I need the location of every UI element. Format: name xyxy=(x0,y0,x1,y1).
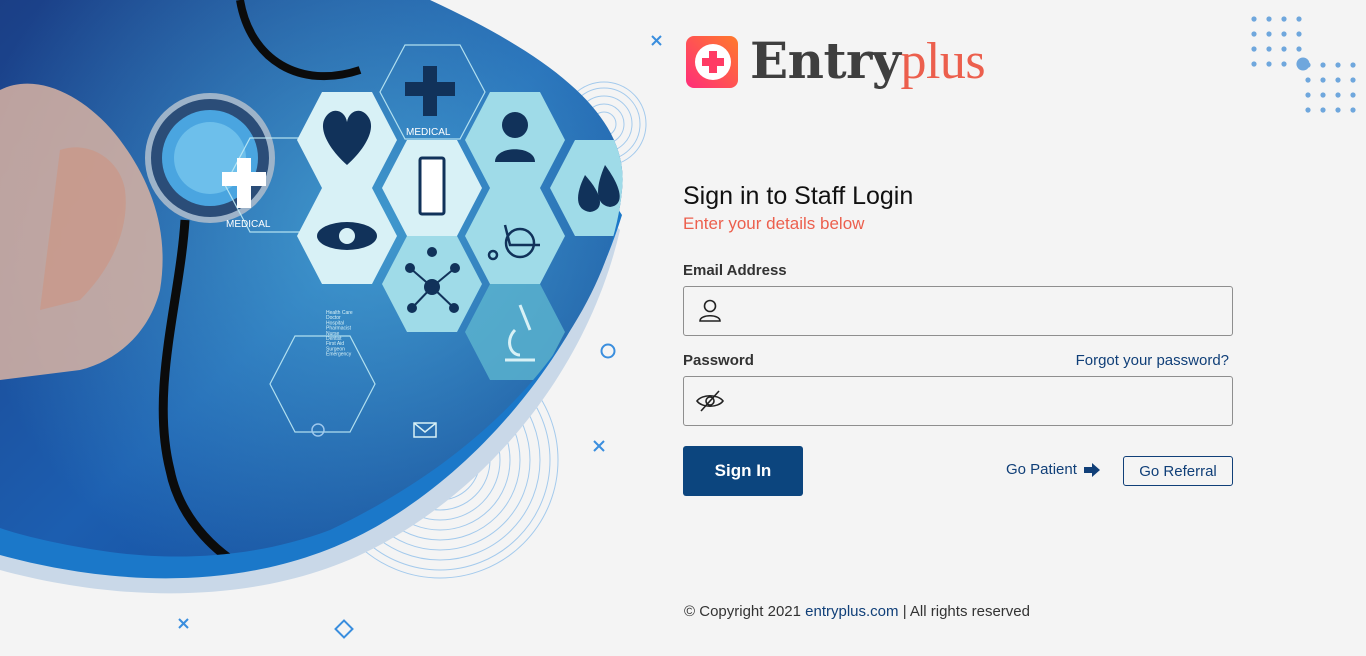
decor-dot xyxy=(1305,77,1311,83)
forgot-password-link[interactable]: Forgot your password? xyxy=(1076,352,1229,369)
decor-dot xyxy=(1296,46,1302,52)
decor-dot xyxy=(1296,31,1302,37)
decor-dot xyxy=(1320,77,1326,83)
hero-artwork: MEDICAL MEDICAL Health CareDoctorHospita… xyxy=(0,0,662,639)
decor-dot xyxy=(1335,92,1341,98)
decor-dot xyxy=(1320,92,1326,98)
email-input[interactable] xyxy=(724,291,1232,331)
page-title: Sign in to Staff Login xyxy=(683,182,914,210)
footer-copyright: © Copyright 2021 entryplus.com | All rig… xyxy=(684,603,1030,620)
password-input[interactable] xyxy=(724,381,1232,421)
rights-text: | All rights reserved xyxy=(902,603,1030,620)
decor-dot xyxy=(1281,61,1287,67)
page-subtitle: Enter your details below xyxy=(683,214,865,233)
decor-dot xyxy=(1320,107,1326,113)
decor-dot xyxy=(1335,107,1341,113)
hex-label-medical-top: MEDICAL xyxy=(406,127,451,138)
decor-dot xyxy=(1320,62,1326,68)
sign-in-button[interactable]: Sign In xyxy=(683,446,803,496)
decor-dot xyxy=(1335,77,1341,83)
decor-dot xyxy=(1350,77,1356,83)
decor-dot xyxy=(1350,107,1356,113)
user-icon xyxy=(699,299,721,322)
email-label: Email Address xyxy=(683,262,787,279)
decor-dots xyxy=(1251,16,1356,113)
go-referral-button[interactable]: Go Referral xyxy=(1123,456,1233,486)
email-field-wrapper xyxy=(683,286,1233,336)
clipboard-icon xyxy=(418,156,446,216)
decor-dot xyxy=(1251,61,1257,67)
decor-dot xyxy=(1350,62,1356,68)
hex-list-item: Emergency xyxy=(326,352,352,358)
decor-dot xyxy=(1251,31,1257,37)
brand-logo: Entryplus xyxy=(686,31,986,90)
decor-dot xyxy=(1305,92,1311,98)
decor-dot xyxy=(1251,46,1257,52)
decor-circle-icon xyxy=(600,343,616,359)
password-label: Password xyxy=(683,352,754,369)
decor-dot xyxy=(1266,46,1272,52)
decor-dot xyxy=(1350,92,1356,98)
site-link[interactable]: entryplus.com xyxy=(805,603,898,620)
eye-slash-icon[interactable] xyxy=(696,387,724,415)
decor-dot xyxy=(1335,62,1341,68)
decor-dot xyxy=(1266,31,1272,37)
decor-dot xyxy=(1281,16,1287,22)
hex-label-medical-left: MEDICAL xyxy=(226,219,271,230)
password-field-wrapper xyxy=(683,376,1233,426)
plus-cross-icon xyxy=(686,35,738,88)
decor-dot xyxy=(1251,16,1257,22)
decor-diamond-icon xyxy=(334,619,354,639)
decor-dot xyxy=(1296,57,1310,71)
brand-name-part1: Entry xyxy=(750,31,901,90)
copyright-symbol: © xyxy=(684,603,696,620)
hero-illustration: MEDICAL MEDICAL Health Care Doctor Hospita… xyxy=(0,0,680,656)
brand-name: Entryplus xyxy=(750,31,986,90)
decor-dot xyxy=(1266,61,1272,67)
go-patient-link[interactable]: Go Patient xyxy=(1006,461,1101,478)
go-patient-label: Go Patient xyxy=(1006,461,1077,478)
decor-dot xyxy=(1281,46,1287,52)
decor-dot xyxy=(1305,107,1311,113)
decor-dot xyxy=(1281,31,1287,37)
copyright-text: Copyright 2021 xyxy=(699,603,801,620)
arrow-right-icon xyxy=(1083,462,1100,477)
decor-dot xyxy=(1296,16,1302,22)
decor-dot xyxy=(1266,16,1272,22)
brand-name-part2: plus xyxy=(900,33,986,90)
